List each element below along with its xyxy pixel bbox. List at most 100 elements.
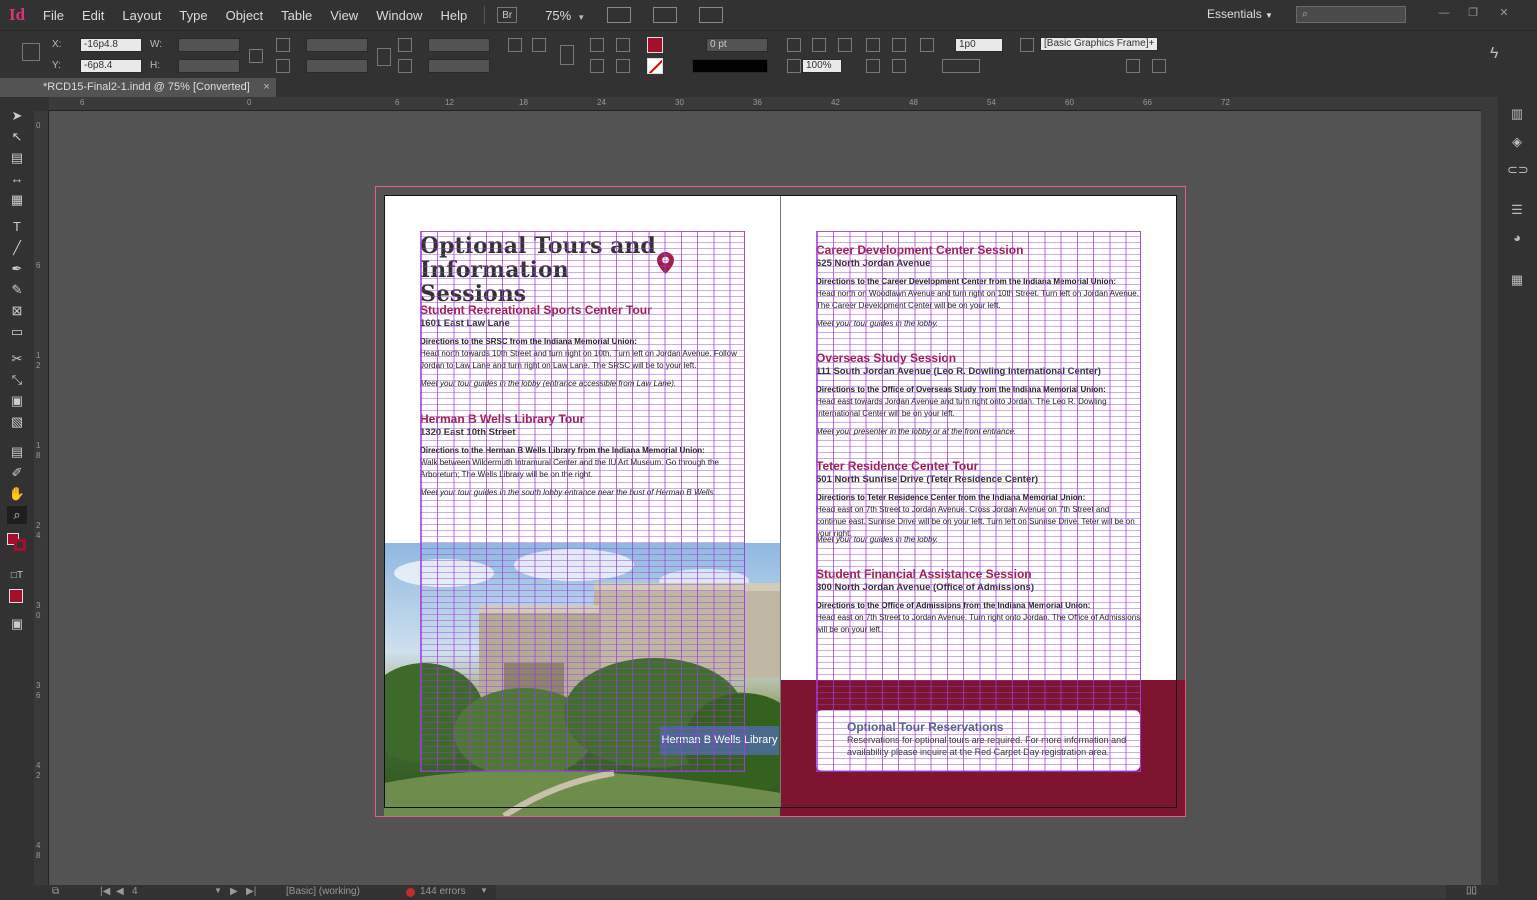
pages-panel-icon[interactable]: ▥ [1507, 106, 1527, 122]
zoom-tool-icon[interactable]: ⌕ [7, 506, 27, 524]
object-style-icon[interactable] [1020, 38, 1034, 52]
ruler-origin[interactable] [34, 97, 49, 111]
menu-window[interactable]: Window [367, 8, 431, 23]
scissors-tool-icon[interactable]: ✂ [7, 350, 27, 368]
rotate-icon[interactable] [398, 38, 412, 52]
menu-edit[interactable]: Edit [73, 8, 113, 23]
view-options-icon[interactable] [607, 7, 632, 23]
arrange-documents-icon[interactable] [699, 7, 724, 23]
last-page-icon[interactable]: ▶| [246, 886, 256, 897]
vertical-ruler[interactable]: 0 6 1 2 1 8 2 4 3 0 3 6 4 2 4 8 [34, 111, 49, 885]
x-field[interactable]: -16p4.8 [80, 38, 142, 52]
selection-tool-icon[interactable]: ➤ [7, 107, 27, 125]
opacity-field[interactable]: 100% [802, 59, 842, 73]
direct-selection-tool-icon[interactable]: ↖ [7, 128, 27, 146]
flip-horizontal-icon[interactable] [590, 38, 604, 52]
restore-icon[interactable]: ❐ [1463, 5, 1483, 21]
corner-options-icon[interactable] [787, 38, 801, 52]
rotate-cw-icon[interactable] [508, 38, 522, 52]
horizontal-scrollbar[interactable] [496, 885, 1446, 899]
page-tool-icon[interactable]: ▤ [7, 149, 27, 167]
menu-type[interactable]: Type [170, 8, 216, 23]
zoom-level-dropdown[interactable]: 75% ▼ [545, 8, 585, 23]
page-title[interactable]: Optional Tours and Information Sessions [420, 234, 680, 306]
shear-icon[interactable] [398, 59, 412, 73]
shear-field[interactable] [428, 59, 490, 73]
type-tool-icon[interactable]: T [7, 218, 27, 236]
wrap-around-icon[interactable] [892, 38, 906, 52]
vertical-scrollbar[interactable] [1481, 97, 1498, 885]
lightning-icon[interactable]: ϟ [1490, 45, 1498, 63]
jump-column-icon[interactable] [892, 59, 906, 73]
previous-page-icon[interactable]: ◀ [116, 886, 124, 897]
split-view-icon[interactable]: ▯▯ [1466, 885, 1477, 896]
library-photo[interactable] [384, 543, 781, 816]
error-count[interactable]: 144 errors [420, 886, 466, 897]
chevron-down-icon[interactable]: ▼ [480, 886, 488, 895]
screen-mode-icon[interactable] [653, 7, 678, 23]
line-tool-icon[interactable]: ╱ [7, 239, 27, 257]
menu-table[interactable]: Table [272, 8, 321, 23]
stroke-color-icon[interactable] [14, 539, 26, 551]
height-field[interactable] [178, 59, 240, 73]
text-wrap-icon[interactable] [866, 38, 880, 52]
pencil-tool-icon[interactable]: ✎ [7, 281, 27, 299]
scale-y-icon[interactable] [276, 59, 290, 73]
width-field[interactable] [178, 38, 240, 52]
apply-color-icon[interactable] [9, 589, 23, 603]
gradient-feather-tool-icon[interactable]: ▧ [7, 413, 27, 431]
stroke-type-field[interactable] [692, 59, 768, 73]
object-style-dropdown[interactable]: [Basic Graphics Frame]+ [1040, 37, 1158, 51]
scale-x-field[interactable] [306, 38, 368, 52]
select-content-icon[interactable] [616, 59, 630, 73]
first-page-icon[interactable]: |◀ [100, 886, 110, 897]
next-page-icon[interactable]: ▶ [230, 886, 238, 897]
scale-y-field[interactable] [306, 59, 368, 73]
stroke-weight-field[interactable]: 0 pt [706, 38, 768, 52]
page-number-field[interactable]: 4 [132, 886, 138, 897]
minimize-icon[interactable]: — [1434, 5, 1454, 21]
bridge-button[interactable]: Br [497, 7, 518, 23]
menu-file[interactable]: File [34, 8, 73, 23]
chevron-down-icon[interactable]: ▼ [214, 886, 222, 895]
constrain-proportions-icon[interactable] [249, 49, 263, 63]
layers-panel-icon[interactable]: ◈ [1507, 134, 1527, 150]
rectangle-tool-icon[interactable]: ▭ [7, 323, 27, 341]
formatting-affects-icon[interactable]: □T [7, 567, 27, 585]
stroke-swatch[interactable] [647, 58, 663, 74]
reference-point-icon[interactable] [22, 43, 40, 61]
menu-object[interactable]: Object [217, 8, 273, 23]
free-transform-tool-icon[interactable]: ⤡ [7, 371, 27, 389]
select-previous-icon[interactable] [1126, 59, 1140, 73]
rectangle-frame-tool-icon[interactable]: ⊠ [7, 302, 27, 320]
eyedropper-tool-icon[interactable]: ✐ [7, 464, 27, 482]
scale-x-icon[interactable] [276, 38, 290, 52]
note-tool-icon[interactable]: ▤ [7, 443, 27, 461]
frame-fitting-dropdown[interactable] [942, 59, 980, 73]
table-panel-icon[interactable]: ▦ [1507, 272, 1527, 288]
swatches-panel-icon[interactable]: ◕ [1507, 230, 1527, 246]
preflight-icon[interactable]: ⧉ [52, 886, 59, 897]
links-panel-icon[interactable]: ⊂⊃ [1507, 162, 1529, 178]
pen-tool-icon[interactable]: ✒ [7, 260, 27, 278]
fitting-icon[interactable] [920, 38, 934, 52]
close-icon[interactable]: ✕ [1494, 5, 1514, 21]
rotate-ccw-icon[interactable] [532, 38, 546, 52]
jump-object-icon[interactable] [866, 59, 880, 73]
drop-shadow-icon[interactable] [812, 38, 826, 52]
hand-tool-icon[interactable]: ✋ [7, 485, 27, 503]
effects-icon[interactable] [838, 38, 852, 52]
menu-layout[interactable]: Layout [113, 8, 170, 23]
preflight-profile[interactable]: [Basic] (working) [286, 886, 360, 897]
flip-vertical-icon[interactable] [590, 59, 604, 73]
offset-field[interactable]: 1p0 [955, 38, 1003, 52]
y-field[interactable]: -6p8.4 [80, 59, 142, 73]
select-next-icon[interactable] [1152, 59, 1166, 73]
select-container-icon[interactable] [616, 38, 630, 52]
workspace-switcher[interactable]: Essentials ▼ [1207, 7, 1273, 21]
screen-mode-tool-icon[interactable]: ▣ [7, 615, 27, 633]
link-icon[interactable] [377, 48, 391, 66]
gap-tool-icon[interactable]: ↔ [7, 170, 27, 188]
close-tab-icon[interactable]: × [263, 78, 269, 97]
search-input[interactable]: ⌕ [1296, 6, 1406, 23]
